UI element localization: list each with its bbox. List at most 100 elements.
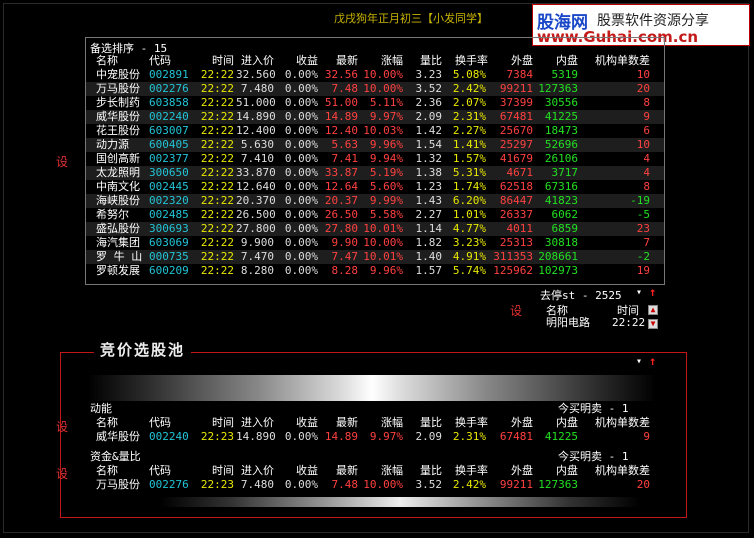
table-row[interactable]: 罗顿发展 600209 22:22 8.280 0.00% 8.28 9.96% 1.57 5.… [86,264,664,278]
col-volume-ratio[interactable]: 量比 [404,464,442,478]
col-name[interactable]: 名称 [96,416,118,430]
col-profit[interactable]: 收益 [276,416,318,430]
outer-volume: 99211 [499,82,533,95]
col-entry-price[interactable]: 进入价 [232,416,274,430]
settings-button-watchlist[interactable]: 设 [56,153,68,170]
settings-button-capital[interactable]: 设 [56,465,68,482]
col-latest[interactable]: 最新 [318,416,358,430]
table-row[interactable]: 动力源 600405 22:22 5.630 0.00% 5.63 9.96% 1.54 1.4… [86,138,664,152]
col-inner[interactable]: 内盘 [538,416,578,430]
col-code[interactable]: 代码 [149,416,171,430]
inner-volume: 18473 [544,124,578,137]
table-row[interactable]: 威华股份 002240 22:22 14.890 0.00% 14.89 9.97% 2.09… [86,110,664,124]
col-change[interactable]: 涨幅 [360,416,403,430]
col-time[interactable]: 时间 [194,416,234,430]
turnover-rate: 6.20% [452,194,486,207]
limit-stop-row[interactable]: 明阳电路 22:22 [546,316,645,329]
profit: 0.00% [284,110,318,123]
latest-price: 51.00 [324,96,358,109]
table-row[interactable]: 步长制药 603858 22:22 51.000 0.00% 51.00 5.11% 2.36… [86,96,664,110]
change-pct: 9.97% [369,110,403,123]
table-row[interactable]: 万马股份 002276 22:22 7.480 0.00% 7.48 10.00% 3.52 2… [86,82,664,96]
col-inner[interactable]: 内盘 [538,54,578,68]
entry-time: 22:23 [200,430,234,443]
col-turnover[interactable]: 换手率 [442,464,488,478]
col-name[interactable]: 名称 [96,464,118,478]
inst-diff: 4 [643,152,650,165]
col-profit[interactable]: 收益 [276,464,318,478]
entry-price: 32.560 [236,68,276,81]
inner-volume: 52696 [544,138,578,151]
col-entry-price[interactable]: 进入价 [232,54,274,68]
col-profit[interactable]: 收益 [276,54,318,68]
table-row[interactable]: 罗 牛 山 000735 22:22 7.470 0.00% 7.47 10.01% 1.40… [86,250,664,264]
col-volume-ratio[interactable]: 量比 [404,416,442,430]
col-time[interactable]: 时间 [194,464,234,478]
stock-code: 600209 [149,264,189,277]
volume-ratio: 3.52 [415,478,443,491]
inst-diff: 7 [643,236,650,249]
table-row[interactable]: 中南文化 002445 22:22 12.640 0.00% 12.64 5.60% 1.23… [86,180,664,194]
settings-button-momentum[interactable]: 设 [56,418,68,435]
col-volume-ratio[interactable]: 量比 [404,54,442,68]
col-entry-price[interactable]: 进入价 [232,464,274,478]
col-turnover[interactable]: 换手率 [442,416,488,430]
col-inst-diff[interactable]: 机构单数差 [584,464,650,478]
change-pct: 9.96% [369,264,403,277]
change-pct: 9.99% [369,194,403,207]
outer-volume: 62518 [499,180,533,193]
inner-volume: 67316 [544,180,578,193]
col-latest[interactable]: 最新 [318,54,358,68]
pin-up-icon[interactable]: ↑ [649,285,656,299]
change-pct: 9.94% [369,152,403,165]
scroll-down-button[interactable]: ▼ [648,319,658,329]
table-row[interactable]: 万马股份 002276 22:23 7.480 0.00% 7.48 10.00% 3.52 2… [86,478,664,492]
table-row[interactable]: 太龙照明 300650 22:22 33.870 0.00% 33.87 5.19% 1.38… [86,166,664,180]
col-inst-diff[interactable]: 机构单数差 [584,54,650,68]
stock-name: 威华股份 [96,430,140,443]
table-row[interactable]: 盛弘股份 300693 22:22 27.800 0.00% 27.80 10.01% 1.1… [86,222,664,236]
turnover-rate: 3.23% [452,236,486,249]
col-outer[interactable]: 外盘 [488,464,533,478]
stock-code: 603007 [149,124,189,137]
entry-price: 51.000 [236,96,276,109]
stock-name: 海峡股份 [96,194,140,207]
pool-sort-down-icon[interactable]: ▾ [636,356,642,367]
col-change[interactable]: 涨幅 [360,54,403,68]
inst-diff: 10 [636,68,650,81]
col-outer[interactable]: 外盘 [488,54,533,68]
col-turnover[interactable]: 换手率 [442,54,488,68]
stock-name: 海汽集团 [96,236,140,249]
sort-down-icon[interactable]: ▾ [636,287,642,298]
outer-volume: 37399 [499,96,533,109]
col-code[interactable]: 代码 [149,54,171,68]
entry-price: 20.370 [236,194,276,207]
col-time[interactable]: 时间 [194,54,234,68]
pool-section-header: 名称 代码 时间 进入价 收益 最新 涨幅 量比 换手率 外盘 内盘 机构单数差 [86,416,664,430]
col-code[interactable]: 代码 [149,464,171,478]
col-inst-diff[interactable]: 机构单数差 [584,416,650,430]
outer-volume: 4011 [506,222,534,235]
scroll-up-button[interactable]: ▲ [648,305,658,315]
table-row[interactable]: 希努尔 002485 22:22 26.500 0.00% 26.50 5.58% 2.27 1… [86,208,664,222]
table-row[interactable]: 海峡股份 002320 22:22 20.370 0.00% 20.37 9.99% 1.43… [86,194,664,208]
entry-price: 12.640 [236,180,276,193]
col-name[interactable]: 名称 [96,54,118,68]
entry-time: 22:22 [200,180,234,193]
table-row[interactable]: 中宠股份 002891 22:22 32.560 0.00% 32.56 10.00% 3.2… [86,68,664,82]
col-change[interactable]: 涨幅 [360,464,403,478]
volume-ratio: 1.38 [415,166,443,179]
table-row[interactable]: 花王股份 603007 22:22 12.400 0.00% 12.40 10.03% 1.4… [86,124,664,138]
col-latest[interactable]: 最新 [318,464,358,478]
settings-button-limit-stop[interactable]: 设 [510,302,522,319]
outer-volume: 311353 [493,250,533,263]
volume-ratio: 2.09 [415,430,443,443]
pool-pin-up-icon[interactable]: ↑ [649,354,656,368]
table-row[interactable]: 国创高新 002377 22:22 7.410 0.00% 7.41 9.94% 1.32 1.… [86,152,664,166]
stock-name: 步长制药 [96,96,140,109]
table-row[interactable]: 海汽集团 603069 22:22 9.900 0.00% 9.90 10.00% 1.82 3… [86,236,664,250]
table-row[interactable]: 威华股份 002240 22:23 14.890 0.00% 14.89 9.97% 2.09… [86,430,664,444]
col-inner[interactable]: 内盘 [538,464,578,478]
stock-code: 603858 [149,96,189,109]
col-outer[interactable]: 外盘 [488,416,533,430]
